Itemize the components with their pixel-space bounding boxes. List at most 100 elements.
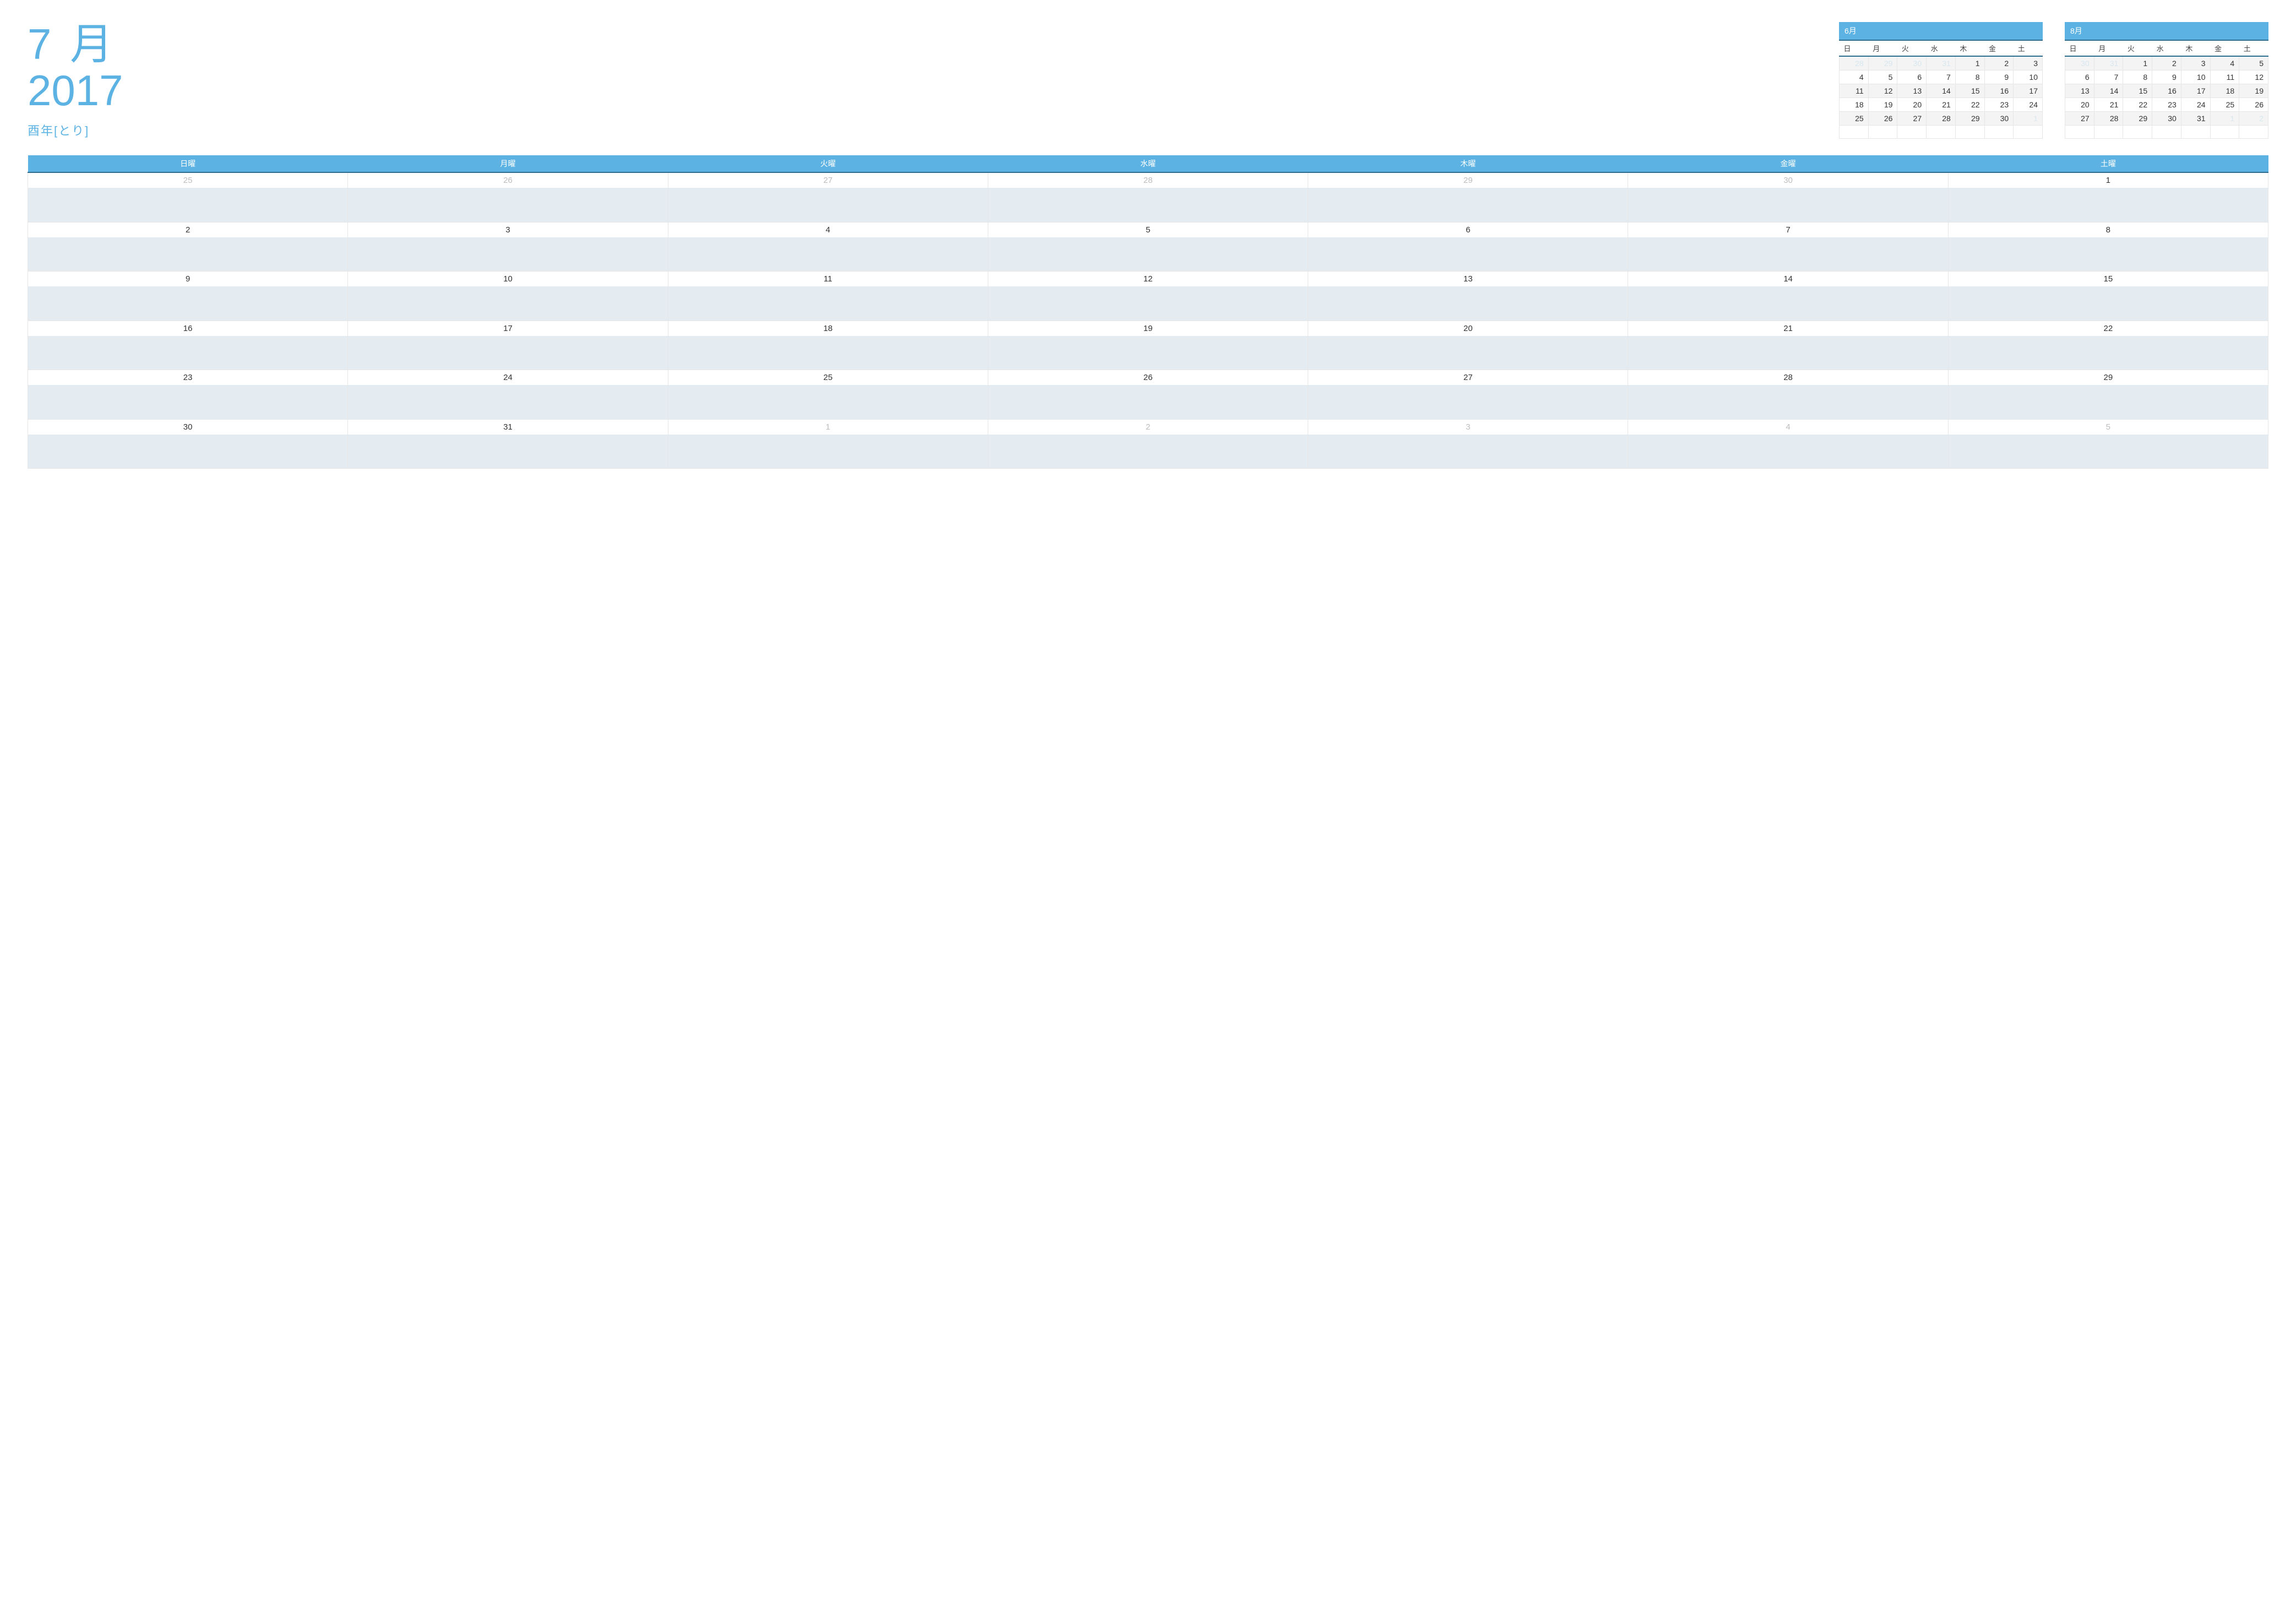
- main-day-body: [988, 286, 1308, 321]
- main-day-body: [668, 385, 988, 419]
- mini-day: 6: [2065, 70, 2094, 84]
- mini-day: 13: [2065, 84, 2094, 98]
- mini-day: 20: [2065, 98, 2094, 112]
- main-day-number: 2: [28, 222, 348, 237]
- main-day-body: [668, 336, 988, 370]
- main-day-number: 4: [668, 222, 988, 237]
- mini-dow: 木: [1955, 41, 1984, 56]
- title-block: 7 月 2017 酉年[とり]: [28, 22, 226, 139]
- mini-day: [2210, 126, 2239, 139]
- mini-day: 29: [1868, 56, 1897, 70]
- main-day-body: [1948, 188, 2268, 222]
- main-day-body: [988, 336, 1308, 370]
- mini-dow: 土: [2239, 41, 2268, 56]
- main-day-body: [1628, 237, 1948, 272]
- mini-day: 3: [2014, 56, 2043, 70]
- mini-day: 17: [2014, 84, 2043, 98]
- main-day-number: 20: [1308, 321, 1628, 336]
- main-day-body: [1628, 188, 1948, 222]
- mini-day: 28: [1927, 112, 1956, 126]
- main-day-number: 3: [348, 222, 668, 237]
- main-day-number: 1: [1948, 172, 2268, 188]
- main-day-number: 15: [1948, 272, 2268, 287]
- mini-dow: 月: [2094, 41, 2123, 56]
- main-day-number: 30: [28, 419, 348, 435]
- main-day-body: [988, 188, 1308, 222]
- mini-day: 19: [1868, 98, 1897, 112]
- mini-day: 2: [2239, 112, 2268, 126]
- mini-day: [2065, 126, 2094, 139]
- mini-day: 4: [2210, 56, 2239, 70]
- mini-day: 28: [1840, 56, 1869, 70]
- mini-day: 1: [2014, 112, 2043, 126]
- mini-day: 27: [1897, 112, 1927, 126]
- main-day-body: [988, 385, 1308, 419]
- mini-day: [1868, 126, 1897, 139]
- mini-day: 24: [2014, 98, 2043, 112]
- main-day-body: [28, 188, 348, 222]
- main-day-number: 6: [1308, 222, 1628, 237]
- main-day-body: [28, 237, 348, 272]
- mini-day: [2094, 126, 2123, 139]
- main-day-body: [668, 435, 988, 469]
- main-day-number: 25: [28, 172, 348, 188]
- mini-day: 14: [1927, 84, 1956, 98]
- mini-day: 23: [2152, 98, 2181, 112]
- main-day-body: [28, 435, 348, 469]
- main-day-body: [1628, 336, 1948, 370]
- main-day-body: [28, 385, 348, 419]
- mini-day: 12: [1868, 84, 1897, 98]
- main-day-number: 17: [348, 321, 668, 336]
- main-day-body: [348, 286, 668, 321]
- main-dow: 土曜: [1948, 155, 2268, 172]
- mini-day: 4: [1840, 70, 1869, 84]
- mini-table-next: 日月火水木金土303112345678910111213141516171819…: [2065, 41, 2268, 139]
- mini-day: [2014, 126, 2043, 139]
- main-day-body: [668, 188, 988, 222]
- main-day-body: [1308, 286, 1628, 321]
- mini-day: 19: [2239, 84, 2268, 98]
- mini-day: 1: [2210, 112, 2239, 126]
- mini-day: 23: [1984, 98, 2014, 112]
- mini-day: 18: [1840, 98, 1869, 112]
- mini-dow: 月: [1868, 41, 1897, 56]
- main-day-number: 13: [1308, 272, 1628, 287]
- main-day-body: [28, 286, 348, 321]
- main-day-body: [1948, 237, 2268, 272]
- main-day-body: [988, 237, 1308, 272]
- mini-day: 7: [2094, 70, 2123, 84]
- mini-day: 8: [1955, 70, 1984, 84]
- mini-day: 11: [2210, 70, 2239, 84]
- mini-day: 30: [1897, 56, 1927, 70]
- mini-day: [2239, 126, 2268, 139]
- main-day-number: 23: [28, 370, 348, 386]
- main-day-number: 14: [1628, 272, 1948, 287]
- header-row: 7 月 2017 酉年[とり] 6月日月火水木金土282930311234567…: [28, 22, 2268, 139]
- mini-day: 3: [2181, 56, 2210, 70]
- main-dow: 木曜: [1308, 155, 1628, 172]
- main-day-number: 5: [988, 222, 1308, 237]
- main-day-number: 3: [1308, 419, 1628, 435]
- mini-day: [1927, 126, 1956, 139]
- title-month: 7 月: [28, 22, 226, 67]
- main-day-body: [1948, 385, 2268, 419]
- mini-day: 12: [2239, 70, 2268, 84]
- mini-dow: 水: [1927, 41, 1956, 56]
- mini-day: 22: [2123, 98, 2152, 112]
- main-day-number: 29: [1948, 370, 2268, 386]
- mini-dow: 水: [2152, 41, 2181, 56]
- mini-day: 18: [2210, 84, 2239, 98]
- mini-dow: 土: [2014, 41, 2043, 56]
- main-day-body: [1308, 188, 1628, 222]
- main-day-number: 26: [988, 370, 1308, 386]
- mini-title-next: 8月: [2065, 22, 2268, 41]
- main-day-body: [1308, 237, 1628, 272]
- main-day-number: 25: [668, 370, 988, 386]
- mini-day: 24: [2181, 98, 2210, 112]
- main-day-body: [1308, 336, 1628, 370]
- mini-day: [1840, 126, 1869, 139]
- main-day-body: [668, 237, 988, 272]
- title-subtitle: 酉年[とり]: [28, 121, 226, 139]
- main-day-number: 4: [1628, 419, 1948, 435]
- mini-day: 22: [1955, 98, 1984, 112]
